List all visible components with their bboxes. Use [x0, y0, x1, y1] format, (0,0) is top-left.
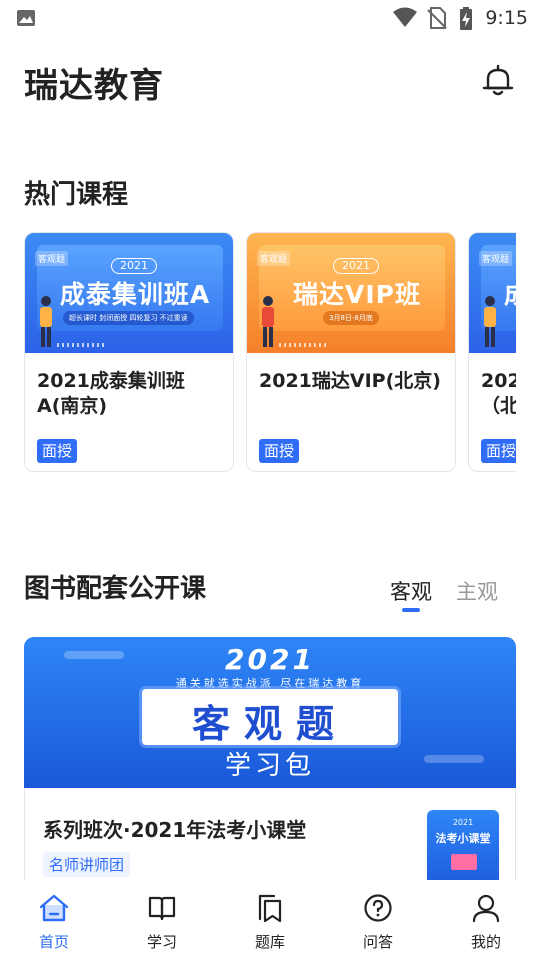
banner-headline: 瑞达VIP班 — [293, 280, 421, 309]
tab-indicator — [402, 608, 420, 612]
feature-headline: 客观题 — [191, 702, 348, 746]
hot-course-carousel[interactable]: 客观题 2021 成泰集训班A 超长课时 封闭面授 四轮复习 不过重读 2021… — [24, 232, 516, 474]
course-card[interactable]: 客观题 2021 瑞达VIP班 3月8日-8月底 2021瑞达VIP(北京) 面… — [246, 232, 456, 472]
feature-year: 2021 — [225, 643, 315, 676]
tab-objective[interactable]: 客观 — [390, 576, 432, 606]
home-icon — [39, 894, 69, 922]
nav-label: 题库 — [254, 933, 285, 951]
notification-bell-icon[interactable] — [480, 62, 516, 98]
image-notification-icon — [17, 10, 35, 26]
teacher-illustration-icon — [40, 296, 52, 347]
nav-label: 问答 — [362, 933, 393, 951]
banner-year: 2021 — [333, 258, 379, 274]
no-sim-icon — [427, 7, 447, 29]
course-title: 2021成泰集训班B（北京） — [481, 370, 516, 417]
section-title-book-courses: 图书配套公开课 — [24, 574, 207, 604]
course-card[interactable]: 客观题 2021 成泰集训班B 2021成泰集训班B（北京） 面授 — [468, 232, 516, 472]
course-banner: 客观题 2021 成泰集训班A 超长课时 封闭面授 四轮复习 不过重读 — [25, 233, 233, 353]
feature-pack: 学习包 — [224, 751, 315, 781]
bookmark-icon — [258, 894, 282, 923]
clock: 9:15 — [485, 7, 528, 29]
banner-year: 2021 — [111, 258, 157, 274]
bottom-nav: 首页 学习 题库 问答 我的 — [0, 880, 540, 960]
list-item-thumbnail: 2021 法考小课堂 — [427, 810, 499, 880]
wifi-icon — [393, 7, 417, 27]
list-item-title: 系列班次·2021年法考小课堂 — [43, 818, 307, 842]
course-tag: 面授 — [259, 439, 300, 463]
course-banner: 客观题 2021 瑞达VIP班 3月8日-8月底 — [247, 233, 455, 353]
course-card[interactable]: 客观题 2021 成泰集训班A 超长课时 封闭面授 四轮复习 不过重读 2021… — [24, 232, 234, 472]
teacher-illustration-icon — [262, 296, 274, 347]
teacher-illustration-icon — [484, 296, 496, 347]
banner-dots — [279, 343, 329, 347]
banner-chip: 客观题 — [35, 251, 69, 266]
list-item[interactable]: 系列班次·2021年法考小课堂 名师讲师团 2021 法考小课堂 — [24, 788, 516, 880]
thumb-title: 法考小课堂 — [435, 832, 491, 845]
course-title: 2021成泰集训班A(南京) — [37, 370, 185, 417]
banner-chip: 客观题 — [479, 251, 513, 266]
course-tag: 面授 — [481, 439, 516, 463]
app-title: 瑞达教育 — [24, 66, 164, 106]
banner-chip: 客观题 — [257, 251, 291, 266]
course-title: 2021瑞达VIP(北京) — [259, 370, 441, 392]
nav-label: 我的 — [470, 933, 501, 951]
nav-item-home[interactable]: 首页 — [0, 880, 108, 960]
course-banner: 客观题 2021 成泰集训班B — [469, 233, 516, 353]
banner-dots — [57, 343, 107, 347]
banner-headline: 成泰集训班A — [59, 280, 211, 309]
battery-charging-icon — [460, 7, 472, 30]
nav-item-study[interactable]: 学习 — [108, 880, 216, 960]
list-item-tag: 名师讲师团 — [43, 852, 131, 877]
book-icon — [148, 896, 176, 921]
course-tag: 面授 — [37, 439, 78, 463]
nav-item-qa[interactable]: 问答 — [324, 880, 432, 960]
thumb-year: 2021 — [452, 818, 474, 827]
section-title-hot-courses: 热门课程 — [24, 180, 129, 210]
nav-label: 学习 — [146, 933, 177, 951]
user-icon — [472, 894, 500, 923]
nav-item-profile[interactable]: 我的 — [432, 880, 540, 960]
feature-banner[interactable]: 2021 通关就选实战派 尽在瑞达教育 客观题 学习包 — [24, 637, 516, 788]
laptop-illustration-icon — [451, 854, 477, 870]
status-bar: 9:15 — [0, 0, 540, 38]
banner-subtitle: 超长课时 封闭面授 四轮复习 不过重读 — [63, 311, 194, 325]
tab-subjective[interactable]: 主观 — [456, 576, 498, 606]
banner-subtitle: 3月8日-8月底 — [323, 311, 379, 325]
nav-item-question-bank[interactable]: 题库 — [216, 880, 324, 960]
question-icon — [364, 894, 392, 922]
nav-label: 首页 — [38, 933, 69, 951]
